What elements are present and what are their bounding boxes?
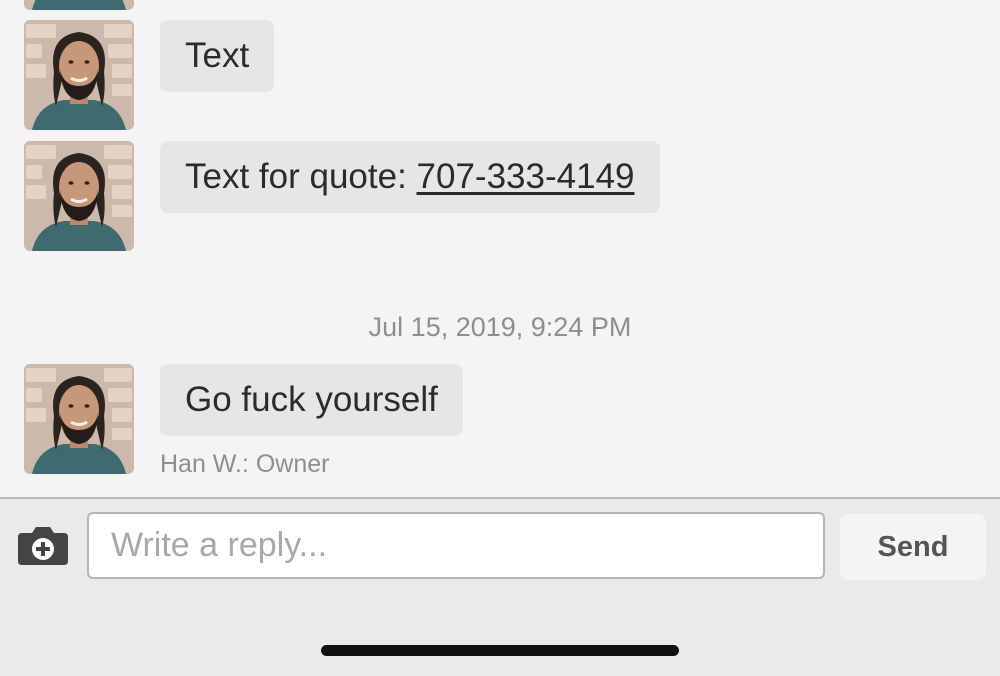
timestamp: Jul 15, 2019, 9:24 PM (368, 312, 632, 342)
message-thread[interactable]: Text Text for quote: 707-333-4149 Jul 15… (0, 0, 1000, 497)
camera-add-icon (18, 527, 68, 565)
message-text: Text for quote: (185, 157, 417, 196)
avatar (24, 0, 134, 10)
avatar (24, 141, 134, 251)
camera-add-button[interactable] (16, 523, 70, 567)
message-bubble: Text for quote: 707-333-4149 (160, 141, 660, 213)
avatar (24, 20, 134, 130)
avatar (24, 364, 134, 474)
phone-number-link[interactable]: 707-333-4149 (417, 157, 635, 196)
message-text: Go fuck yourself (185, 380, 438, 419)
reply-input[interactable] (87, 512, 825, 579)
send-button[interactable]: Send (840, 514, 986, 580)
sender-meta: Han W.: Owner (160, 450, 330, 478)
home-indicator (321, 645, 679, 656)
message-text: Text (185, 36, 250, 75)
message-bubble: Go fuck yourself (160, 364, 463, 436)
message-bubble: Text (160, 20, 275, 92)
